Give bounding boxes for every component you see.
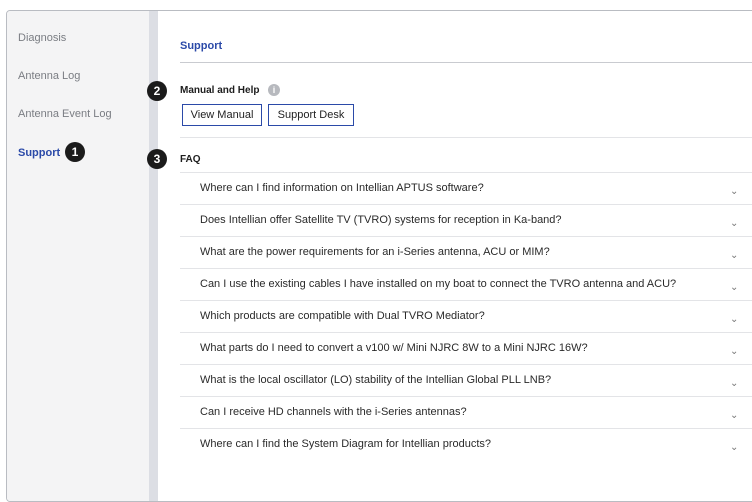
chevron-down-icon[interactable]: ⌄ [730, 282, 738, 293]
support-panel: Support Manual and Help i View Manual Su… [158, 11, 752, 501]
chevron-down-icon[interactable]: ⌄ [730, 378, 738, 389]
faq-question: Does Intellian offer Satellite TV (TVRO)… [200, 214, 562, 226]
support-desk-button[interactable]: Support Desk [268, 104, 354, 126]
title-divider [180, 62, 752, 63]
chevron-down-icon[interactable]: ⌄ [730, 250, 738, 261]
sidebar-item-antenna-event-log[interactable]: Antenna Event Log [18, 108, 112, 120]
chevron-down-icon[interactable]: ⌄ [730, 218, 738, 229]
faq-heading: FAQ [180, 154, 201, 165]
callout-badge-3: 3 [147, 149, 167, 169]
sidebar: Diagnosis Antenna Log Antenna Event Log … [7, 11, 150, 501]
chevron-down-icon[interactable]: ⌄ [730, 442, 738, 453]
faq-question: Where can I find information on Intellia… [200, 182, 484, 194]
chevron-down-icon[interactable]: ⌄ [730, 314, 738, 325]
faq-question: Which products are compatible with Dual … [200, 310, 485, 322]
callout-badge-1: 1 [65, 142, 85, 162]
view-manual-button[interactable]: View Manual [182, 104, 262, 126]
manual-help-heading: Manual and Help [180, 85, 260, 96]
faq-item[interactable]: Can I receive HD channels with the i-Ser… [180, 396, 752, 428]
app-window: Diagnosis Antenna Log Antenna Event Log … [6, 10, 752, 502]
chevron-down-icon[interactable]: ⌄ [730, 186, 738, 197]
chevron-down-icon[interactable]: ⌄ [730, 410, 738, 421]
faq-list: Where can I find information on Intellia… [180, 172, 752, 460]
faq-item[interactable]: What is the local oscillator (LO) stabil… [180, 364, 752, 396]
callout-badge-2: 2 [147, 81, 167, 101]
sidebar-item-support[interactable]: Support [18, 147, 60, 159]
faq-item[interactable]: Does Intellian offer Satellite TV (TVRO)… [180, 204, 752, 236]
faq-question: Where can I find the System Diagram for … [200, 438, 492, 450]
faq-question: What is the local oscillator (LO) stabil… [200, 374, 552, 386]
chevron-down-icon[interactable]: ⌄ [730, 346, 738, 357]
page-title: Support [180, 40, 223, 52]
sidebar-item-antenna-log[interactable]: Antenna Log [18, 70, 80, 82]
faq-item[interactable]: Can I use the existing cables I have ins… [180, 268, 752, 300]
faq-question: Can I receive HD channels with the i-Ser… [200, 406, 467, 418]
faq-question: What parts do I need to convert a v100 w… [200, 342, 588, 354]
faq-item[interactable]: Where can I find the System Diagram for … [180, 428, 752, 460]
section-divider [180, 137, 752, 138]
faq-item[interactable]: Where can I find information on Intellia… [180, 172, 752, 204]
faq-question: What are the power requirements for an i… [200, 246, 550, 258]
sidebar-item-diagnosis[interactable]: Diagnosis [18, 32, 66, 44]
faq-item[interactable]: What are the power requirements for an i… [180, 236, 752, 268]
faq-item[interactable]: What parts do I need to convert a v100 w… [180, 332, 752, 364]
faq-item[interactable]: Which products are compatible with Dual … [180, 300, 752, 332]
info-icon[interactable]: i [268, 84, 280, 96]
faq-question: Can I use the existing cables I have ins… [200, 278, 677, 290]
